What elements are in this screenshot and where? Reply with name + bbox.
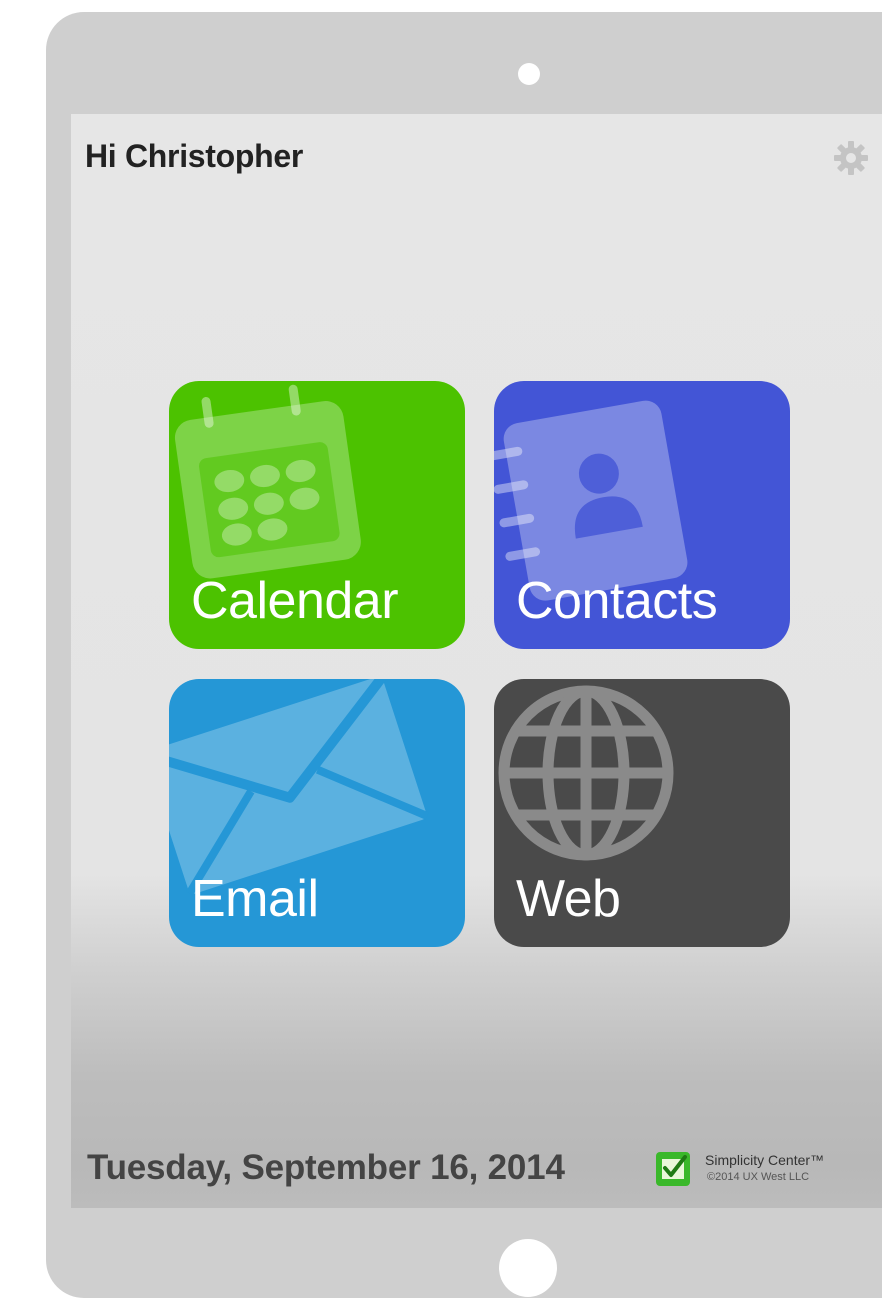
camera-dot (518, 63, 540, 85)
web-label: Web (516, 870, 621, 928)
calendar-label: Calendar (191, 572, 399, 630)
home-screen: Hi Christopher Calendar Contacts Email W… (71, 114, 882, 1208)
web-tile[interactable]: Web (494, 679, 790, 947)
brand-copyright: ©2014 UX West LLC (707, 1171, 810, 1183)
calendar-tile[interactable]: Calendar (169, 381, 465, 649)
current-date: Tuesday, September 16, 2014 (87, 1148, 565, 1187)
gear-icon[interactable] (831, 138, 871, 178)
email-label: Email (191, 870, 319, 928)
contacts-tile[interactable]: Contacts (494, 381, 790, 649)
home-button[interactable] (499, 1239, 557, 1297)
checkbox-logo-icon (656, 1152, 690, 1186)
brand-name: Simplicity Center™ (705, 1152, 825, 1168)
greeting-text: Hi Christopher (85, 138, 304, 174)
email-tile[interactable]: Email (169, 679, 465, 947)
contacts-label: Contacts (516, 572, 718, 630)
